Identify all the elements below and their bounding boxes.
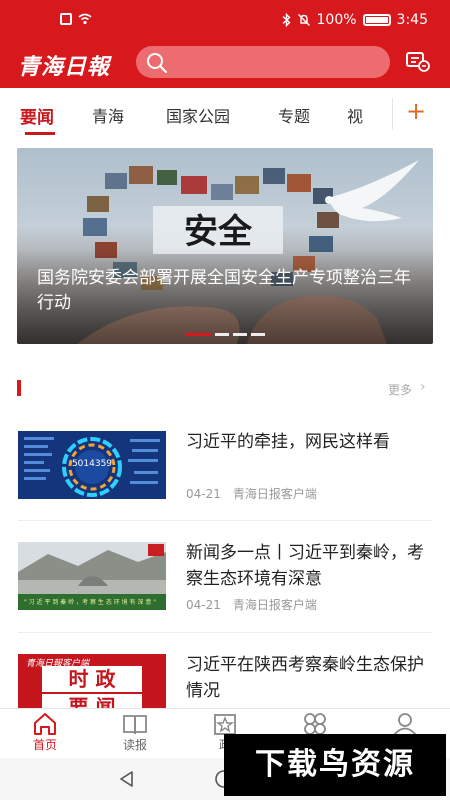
news-thumbnail: 5014359: [18, 431, 166, 499]
section-marker: [17, 380, 21, 396]
app-header-bar: 100% 3:45 青海日報: [0, 0, 450, 88]
mountain-scene-image: " 习 近 平 到 秦 岭 ，考 察 生 态 环 境 有 深 意 ": [18, 542, 166, 610]
carousel-dot: [185, 333, 211, 336]
tab-yaowen[interactable]: 要闻: [20, 103, 54, 128]
battery-percent: 100%: [316, 12, 357, 28]
nav-apps[interactable]: [285, 712, 345, 736]
add-channel-button[interactable]: +: [406, 97, 426, 125]
divider: [18, 520, 432, 521]
news-item[interactable]: " 习 近 平 到 秦 岭 ，考 察 生 态 环 境 有 深 意 " 新闻多一点…: [18, 542, 432, 652]
watermark-logo: 下载鸟资源: [224, 734, 446, 796]
thumbnail-label-1: 时 政: [42, 666, 142, 692]
battery-icon: [362, 14, 391, 26]
tab-qinghai[interactable]: 青海: [92, 103, 124, 127]
tabs-fade: [368, 96, 392, 132]
tab-national-park[interactable]: 国家公园: [166, 103, 230, 127]
nav-label: 首页: [32, 738, 57, 752]
app-logo: 青海日報: [18, 54, 111, 80]
carousel-dot: [215, 333, 229, 336]
government-icon: [214, 714, 236, 735]
tabs-divider: [392, 98, 393, 130]
carousel-dot: [251, 333, 265, 336]
chevron-right-icon[interactable]: ›: [420, 379, 426, 395]
banner-headline: 国务院安委会部署开展全国安全生产专项整治三年行动: [37, 268, 411, 313]
nav-label: 读报: [122, 738, 147, 752]
user-icon: [393, 713, 417, 736]
wifi-icon: [78, 13, 92, 25]
news-source: 青海日报客户端: [232, 487, 317, 501]
carousel-dot: [233, 333, 247, 336]
news-meta: 04-21 青海日报客户端: [186, 596, 317, 613]
news-title: 习近平在陕西考察秦岭生态保护情况: [186, 655, 424, 701]
bluetooth-icon: [282, 13, 291, 27]
search-icon: [147, 53, 168, 74]
clock: 3:45: [396, 12, 428, 28]
thumbnail-number: 5014359: [71, 459, 113, 469]
news-source: 青海日报客户端: [232, 598, 317, 612]
nav-profile[interactable]: [375, 712, 435, 736]
divider: [18, 632, 432, 633]
newspaper-icon: [123, 715, 147, 735]
channel-tabs: 要闻 青海 国家公园 专题 视 +: [0, 88, 450, 140]
carousel-indicator: [185, 333, 265, 336]
banner-overlay-text: 安全: [184, 212, 253, 252]
nav-newspaper[interactable]: 读报: [105, 712, 165, 753]
status-bar: 100% 3:45: [0, 0, 450, 44]
messages-icon[interactable]: [405, 50, 431, 74]
news-item[interactable]: 5014359 习近平的牵挂，网民这样看 04-21 青海日报客户端: [18, 431, 432, 541]
sim-icon: [60, 13, 72, 25]
active-tab-indicator: [25, 132, 55, 135]
home-icon: [34, 713, 56, 735]
nav-home[interactable]: 首页: [15, 712, 75, 753]
news-date: 04-21: [186, 598, 221, 612]
news-thumbnail: " 习 近 平 到 秦 岭 ，考 察 生 态 环 境 有 深 意 ": [18, 542, 166, 610]
back-icon[interactable]: [118, 770, 136, 788]
apps-icon: [304, 713, 326, 735]
more-link[interactable]: 更多: [388, 381, 412, 398]
search-input[interactable]: [136, 46, 390, 78]
svg-text:" 习 近 平 到 秦 岭 ，考 察 生 态 环 境 有 深: " 习 近 平 到 秦 岭 ，考 察 生 态 环 境 有 深 意 ": [24, 598, 156, 606]
news-title: 新闻多一点丨习近平到秦岭，考察生态环境有深意: [186, 543, 424, 589]
mute-icon: [297, 14, 310, 26]
tab-video[interactable]: 视: [347, 103, 363, 127]
tab-special-topics[interactable]: 专题: [278, 103, 310, 127]
app-header: 青海日報: [0, 44, 450, 88]
news-title: 习近平的牵挂，网民这样看: [186, 432, 390, 452]
news-meta: 04-21 青海日报客户端: [186, 485, 317, 502]
headline-banner[interactable]: 安全 国务院安委会部署开展全国安全生产专项整治三年行动: [17, 148, 433, 344]
news-date: 04-21: [186, 487, 221, 501]
